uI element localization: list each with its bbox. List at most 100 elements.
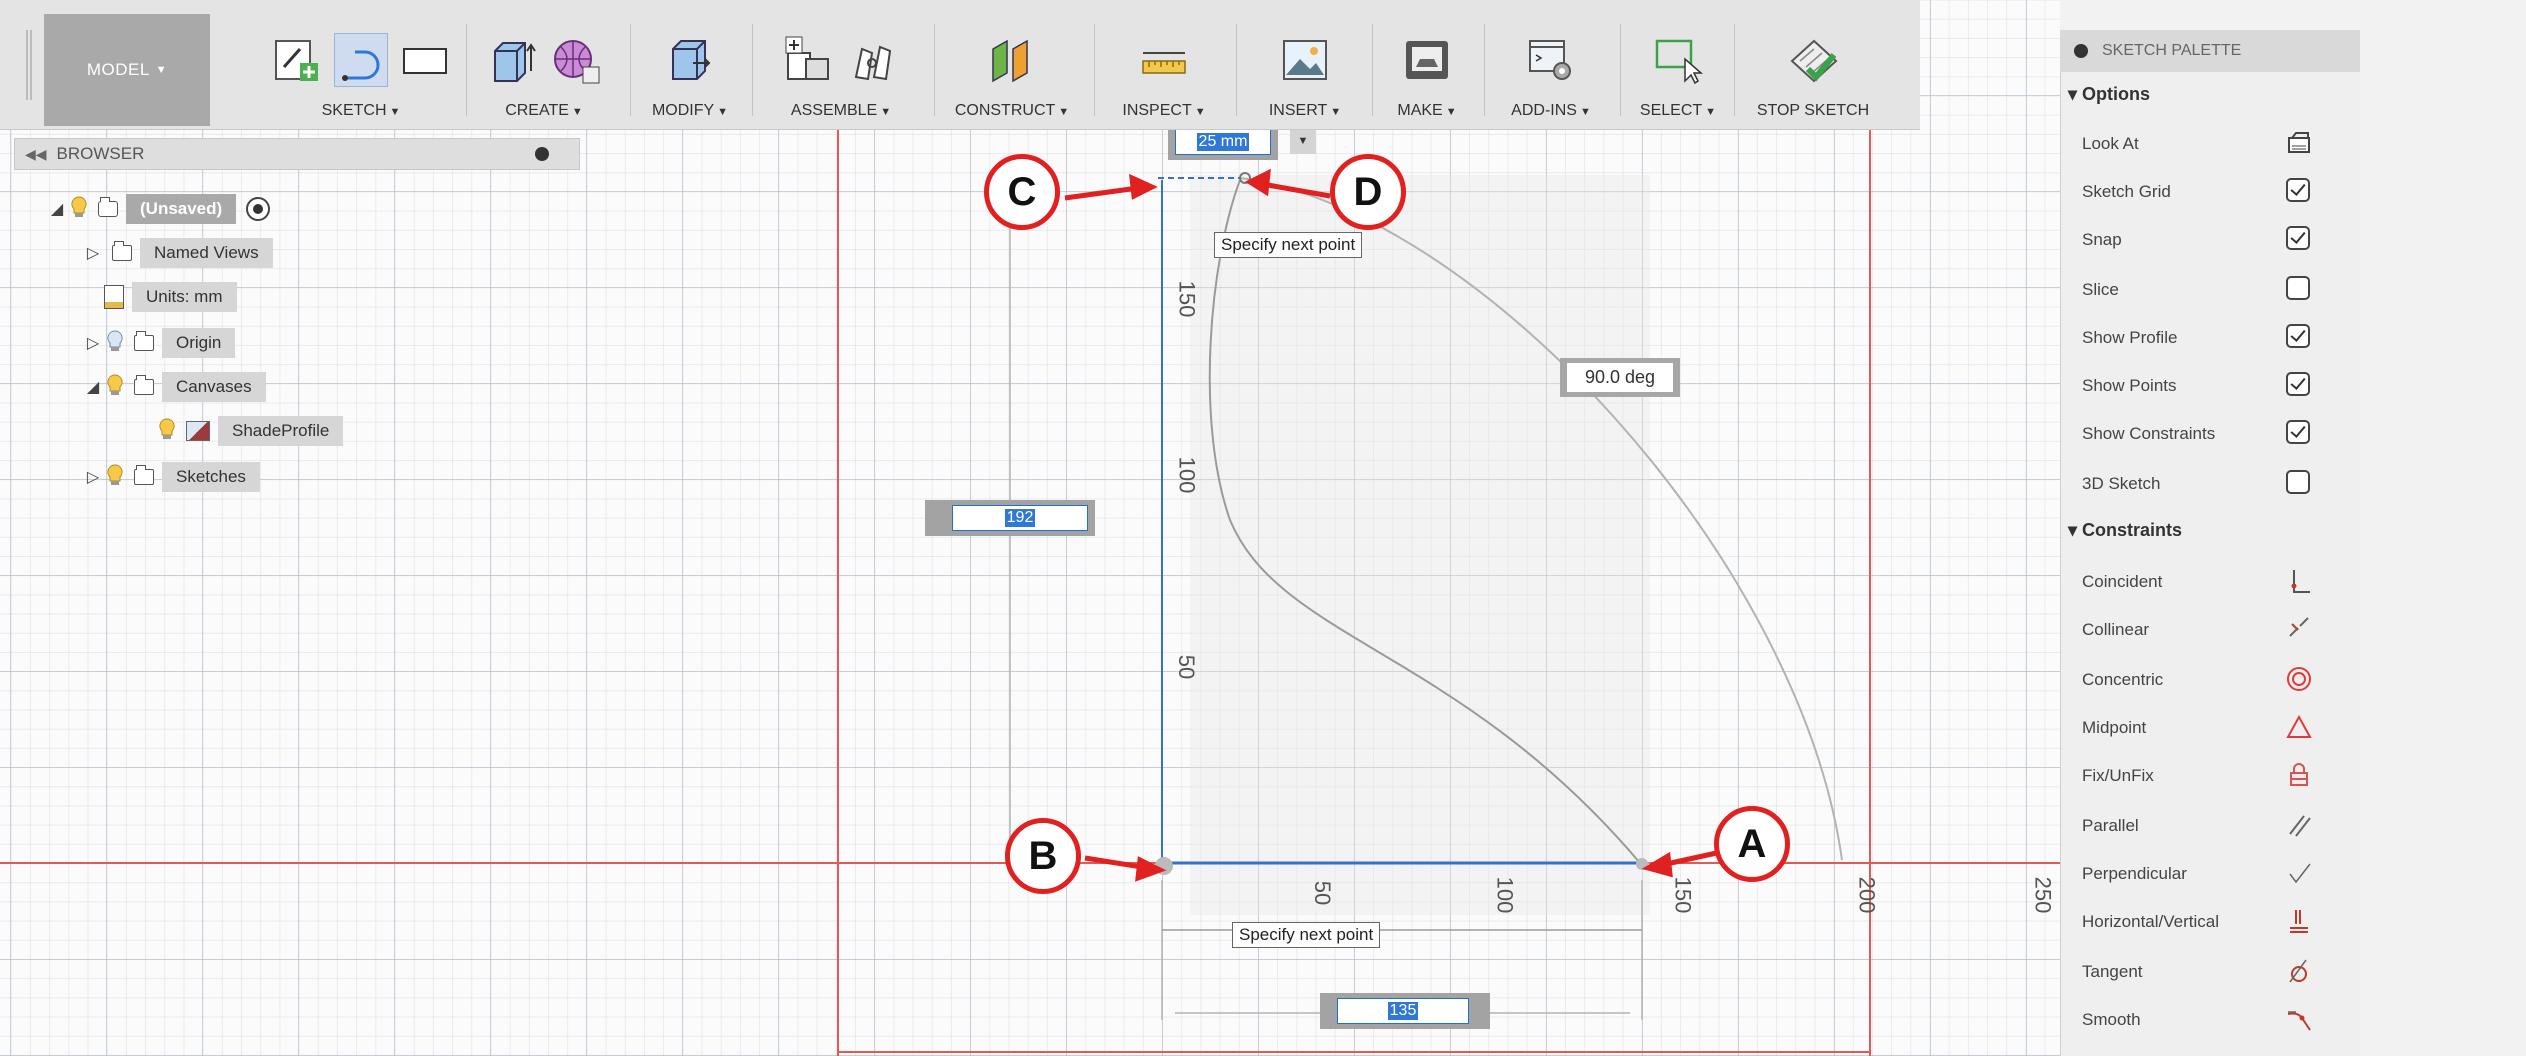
fix-icon[interactable] [2286,762,2310,786]
options-section-header[interactable]: ▾ Options [2068,84,2150,105]
line-tool-icon[interactable] [334,33,388,87]
concentric-icon[interactable] [2286,666,2311,691]
visibility-bulb-icon[interactable] [156,417,178,445]
option-label: Show Points [2082,376,2177,395]
rectangle-tool-icon[interactable] [398,33,452,87]
browser-item-origin[interactable]: ▷ Origin [82,326,236,360]
expand-triangle-icon[interactable]: ▷ [82,243,104,263]
insert-menu[interactable]: INSERT ▼ [1240,102,1370,120]
bottom-dimension-input[interactable]: 135 [1337,998,1469,1024]
visibility-bulb-off-icon[interactable] [104,329,126,357]
folder-icon [134,331,154,351]
form-icon[interactable] [549,33,603,87]
collinear-icon[interactable] [2286,616,2310,640]
offset-plane-icon[interactable] [985,33,1039,87]
browser-item-label: Canvases [162,372,266,402]
modify-menu[interactable]: MODIFY ▼ [634,102,746,120]
top-dimension-input[interactable]: 25 mm [1175,129,1271,155]
pin-icon[interactable] [2074,44,2088,58]
construct-menu[interactable]: CONSTRUCT ▼ [938,102,1086,120]
folder-icon [134,375,154,395]
tangent-icon[interactable] [2286,958,2310,983]
browser-item-label: Sketches [162,462,260,492]
browser-item-units[interactable]: Units: mm [104,280,237,314]
browser-item-sketches[interactable]: ▷ Sketches [82,460,260,494]
show-constraints-checkbox[interactable] [2286,420,2310,444]
visibility-bulb-icon[interactable] [68,195,90,223]
smooth-icon[interactable] [2286,1006,2311,1031]
ruler-label-50: 50 [1174,654,1200,680]
parallel-icon[interactable] [2286,812,2311,837]
toolbar-divider [1620,24,1621,116]
chevron-down-icon: ▼ [1445,106,1457,118]
chevron-down-icon: ▼ [1330,106,1342,118]
sketch-grid-checkbox[interactable] [2286,178,2310,202]
expand-triangle-icon[interactable]: ◢ [82,377,104,397]
inspect-menu[interactable]: INSPECT ▼ [1098,102,1230,120]
sketch-menu[interactable]: SKETCH ▼ [228,102,494,120]
collapse-icon[interactable]: ◀◀ [25,146,47,163]
stop-sketch-button[interactable]: STOP SKETCH [1738,102,1888,120]
left-dimension-input[interactable]: 192 [952,505,1088,531]
assemble-menu[interactable]: ASSEMBLE ▼ [756,102,926,120]
create-sketch-icon[interactable] [270,33,324,87]
visibility-bulb-icon[interactable] [104,373,126,401]
add-ins-menu-label: ADD-INS [1511,102,1577,119]
select-group: SELECT ▼ [1624,14,1732,126]
extrude-icon[interactable] [485,33,539,87]
measure-icon[interactable] [1137,33,1191,87]
option-label: 3D Sketch [2082,474,2161,493]
snap-checkbox[interactable] [2286,226,2310,250]
sketch-palette-header: SKETCH PALETTE [2060,30,2360,72]
3d-print-icon[interactable] [1400,33,1454,87]
new-component-icon[interactable] [782,33,836,87]
top-dimension-dropdown[interactable]: ▼ [1290,128,1316,154]
coincident-icon[interactable] [2286,566,2310,593]
press-pull-icon[interactable] [663,33,717,87]
scripts-addins-icon[interactable] [1524,33,1578,87]
expand-triangle-icon[interactable]: ▷ [82,467,104,487]
browser-root[interactable]: ◢ (Unsaved) [46,192,271,226]
constraint-label: Fix/UnFix [2082,766,2154,785]
create-menu-label: CREATE [505,102,569,119]
create-menu[interactable]: CREATE ▼ [466,102,622,120]
make-menu[interactable]: MAKE ▼ [1372,102,1482,120]
visibility-bulb-icon[interactable] [104,463,126,491]
assemble-menu-label: ASSEMBLE [790,102,878,119]
expand-triangle-icon[interactable]: ▷ [82,333,104,353]
chevron-down-icon: ▼ [880,106,892,118]
modify-group: MODIFY ▼ [634,14,746,126]
angle-dimension-value[interactable]: 90.0 deg [1567,363,1674,392]
folder-icon [112,241,132,261]
sketch-menu-label: SKETCH [321,102,387,119]
browser-item-shadeprofile[interactable]: ShadeProfile [156,414,344,448]
ruler-label-x-50: 50 [1310,880,1336,906]
workspace-switcher-button[interactable]: MODEL ▼ [44,14,210,126]
browser-item-named-views[interactable]: ▷ Named Views [82,236,273,270]
left-dimension-box: 192 [925,500,1095,536]
show-points-checkbox[interactable] [2286,372,2310,396]
3d-sketch-checkbox[interactable] [2286,470,2310,494]
constraint-label: Coincident [2082,572,2163,591]
select-menu[interactable]: SELECT ▼ [1624,102,1732,120]
toolbar-divider [1236,24,1237,116]
toolbar-grip[interactable] [26,30,32,100]
add-ins-menu[interactable]: ADD-INS ▼ [1486,102,1616,120]
slice-checkbox[interactable] [2286,276,2310,300]
activate-radio-icon[interactable] [246,197,271,221]
pin-icon[interactable] [535,147,549,161]
stop-sketch-icon[interactable] [1786,33,1840,87]
select-icon[interactable] [1651,33,1705,87]
horizontal-vertical-icon[interactable] [2286,908,2310,933]
look-at-icon[interactable] [2286,130,2310,154]
perpendicular-icon[interactable] [2286,860,2311,884]
joint-icon[interactable] [846,33,900,87]
constraints-section-header[interactable]: ▾ Constraints [2068,520,2182,541]
show-profile-checkbox[interactable] [2286,324,2310,348]
browser-item-canvases[interactable]: ◢ Canvases [82,370,266,404]
canvas-image-icon[interactable] [1278,33,1332,87]
tooltip-top: Specify next point [1214,232,1363,258]
toolbar-divider [752,24,753,116]
midpoint-icon[interactable] [2286,714,2312,738]
expand-triangle-icon[interactable]: ◢ [46,199,68,219]
